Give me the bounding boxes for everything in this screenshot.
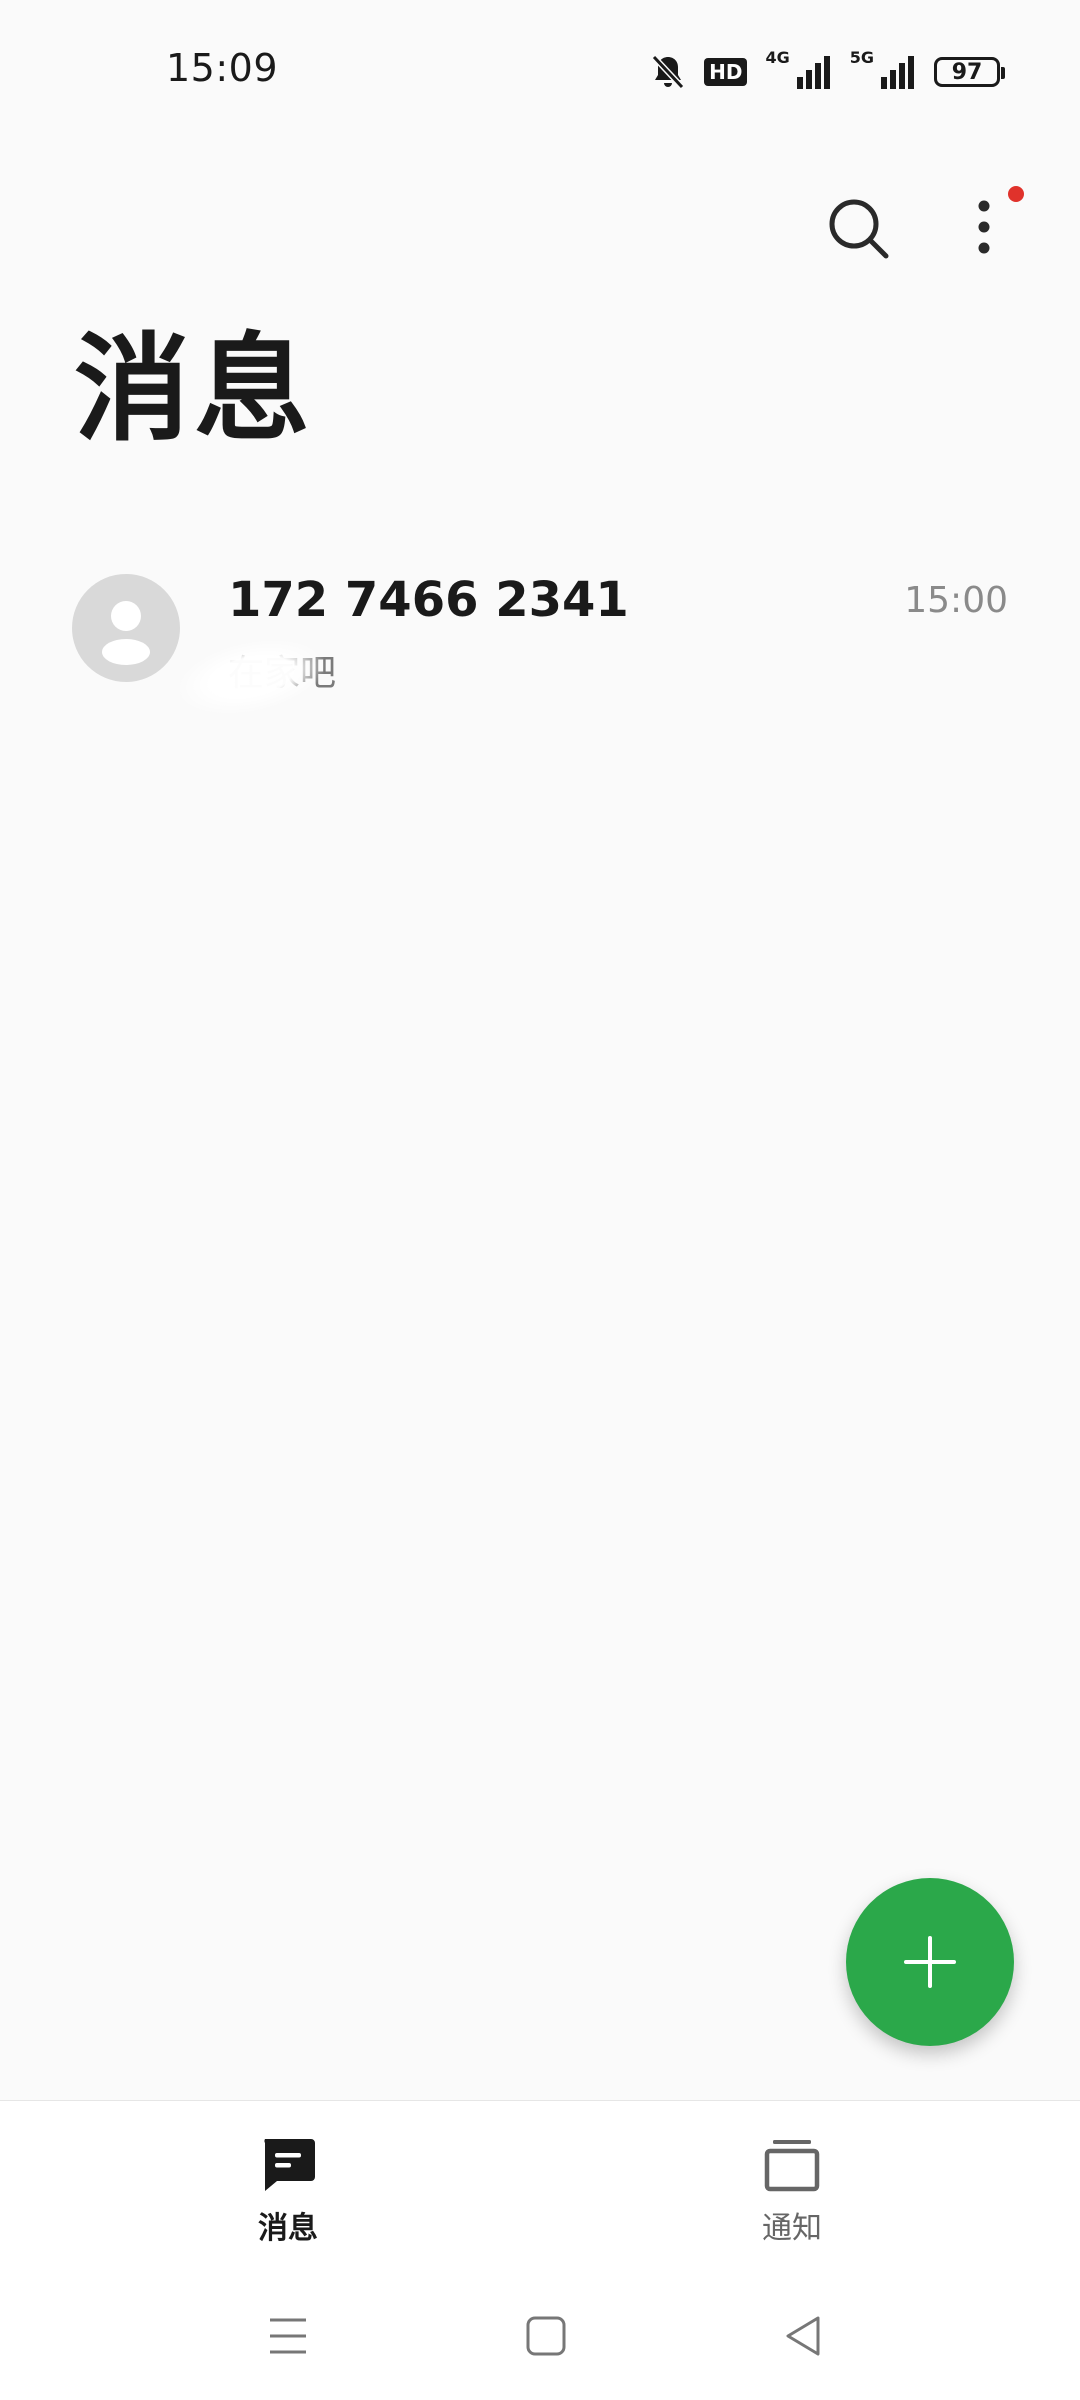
person-icon <box>102 601 150 665</box>
recent-apps-button[interactable] <box>258 2306 318 2366</box>
notification-icon <box>764 2140 820 2192</box>
search-icon <box>829 199 889 259</box>
status-bar: 15:09 HD 4G 5G 97 <box>0 0 1080 140</box>
conversation-name: 172 7466 2341 <box>228 572 629 628</box>
battery-icon: 97 <box>934 57 1005 87</box>
status-time: 15:09 <box>166 46 279 90</box>
tab-messages[interactable]: 消息 <box>188 2137 388 2257</box>
page-title: 消息 <box>74 322 314 457</box>
battery-level: 97 <box>951 59 983 85</box>
more-options-button[interactable] <box>958 192 1010 262</box>
conversation-time: 15:00 <box>904 580 1008 621</box>
bottom-nav: 消息 通知 <box>0 2100 1080 2271</box>
menu-icon <box>270 2318 306 2354</box>
home-button[interactable] <box>516 2306 576 2366</box>
conversation-preview: 在家吧 <box>228 653 337 694</box>
tab-notifications[interactable]: 通知 <box>692 2137 892 2257</box>
tab-notifications-label: 通知 <box>762 2211 822 2246</box>
conversation-item[interactable]: 172 7466 2341 15:00 在家吧 <box>0 548 1080 727</box>
more-vertical-icon <box>978 200 990 254</box>
search-button[interactable] <box>826 196 892 262</box>
network-4g-label: 4G <box>765 48 790 67</box>
back-icon <box>786 2316 820 2356</box>
mute-icon <box>650 53 686 91</box>
hd-badge: HD <box>704 58 748 86</box>
signal-icon-sim1 <box>796 55 832 89</box>
messages-screen: 15:09 HD 4G 5G 97 消息 172 7466 2341 15:00… <box>0 0 1080 2400</box>
plus-icon <box>904 1936 956 1988</box>
notification-dot <box>1008 186 1024 202</box>
avatar <box>72 574 180 682</box>
network-5g-label: 5G <box>849 48 874 67</box>
signal-icon-sim2 <box>880 55 916 89</box>
new-message-button[interactable] <box>846 1878 1014 2046</box>
back-button[interactable] <box>774 2306 834 2366</box>
tab-messages-label: 消息 <box>258 2211 318 2246</box>
message-icon <box>264 2139 315 2191</box>
home-icon <box>526 2316 566 2356</box>
system-nav-bar <box>0 2270 1080 2400</box>
status-icons: HD 4G 5G 97 <box>650 48 1005 94</box>
